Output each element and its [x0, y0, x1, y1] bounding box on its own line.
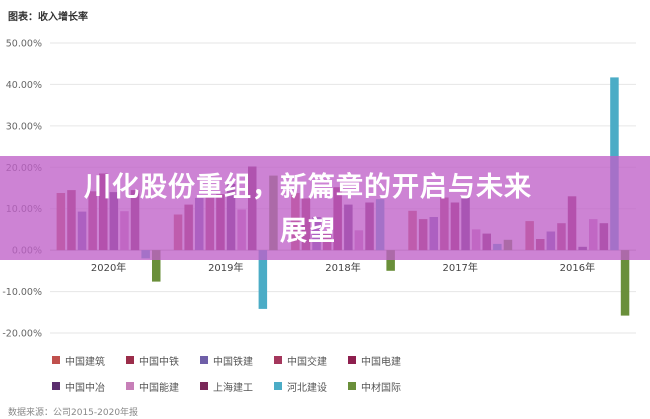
legend-item: 中国交建 [274, 352, 348, 368]
banner-title: 川化股份重组，新篇章的开启与未来 展望 [28, 166, 588, 254]
x-category-label: 2019年 [208, 261, 243, 274]
legend-item: 河北建设 [274, 378, 348, 394]
x-category-label: 2020年 [91, 261, 126, 274]
legend-item: 上海建工 [200, 378, 274, 394]
legend-swatch [348, 382, 356, 390]
legend-row: 中国中冶 中国能建 上海建工 河北建设 中材国际 [52, 378, 612, 394]
chart-legend: 中国建筑 中国中铁 中国铁建 中国交建 中国电建 中国中冶 中国能建 上海建工 河北建设 中材国… [52, 352, 612, 404]
legend-swatch [274, 382, 282, 390]
x-category-label: 2018年 [325, 261, 360, 274]
y-tick-label: 50.00% [6, 39, 42, 50]
legend-label: 中国电建 [361, 356, 401, 368]
legend-item: 中国建筑 [52, 352, 126, 368]
legend-swatch [52, 356, 60, 364]
legend-swatch [52, 382, 60, 390]
chart-source: 数据来源：公司2015-2020年报 [8, 408, 139, 418]
legend-label: 中国铁建 [213, 356, 253, 368]
legend-item: 中国中冶 [52, 378, 126, 394]
y-tick-label: -10.00% [2, 287, 42, 298]
legend-item: 中国中铁 [126, 352, 200, 368]
legend-swatch [126, 382, 134, 390]
legend-swatch [348, 356, 356, 364]
x-category-label: 2017年 [442, 261, 477, 274]
legend-swatch [200, 356, 208, 364]
legend-item: 中国铁建 [200, 352, 274, 368]
legend-swatch [200, 382, 208, 390]
legend-label: 上海建工 [213, 382, 253, 394]
y-tick-label: 30.00% [6, 121, 42, 132]
legend-label: 中国中铁 [139, 356, 179, 368]
banner-title-line-1: 川化股份重组，新篇章的开启与未来 [84, 172, 532, 203]
chart-title: 图表：收入增长率 [8, 12, 88, 23]
legend-label: 河北建设 [287, 382, 327, 394]
legend-swatch [126, 356, 134, 364]
legend-row: 中国建筑 中国中铁 中国铁建 中国交建 中国电建 [52, 352, 612, 368]
legend-label: 中国中冶 [65, 382, 105, 394]
legend-item: 中材国际 [348, 378, 422, 394]
legend-label: 中国交建 [287, 356, 327, 368]
legend-item: 中国能建 [126, 378, 200, 394]
y-tick-label: -20.00% [2, 329, 42, 340]
legend-swatch [274, 356, 282, 364]
legend-item: 中国电建 [348, 352, 422, 368]
legend-label: 中国建筑 [65, 356, 105, 368]
y-tick-label: 40.00% [6, 80, 42, 91]
legend-label: 中材国际 [361, 382, 401, 394]
legend-label: 中国能建 [139, 382, 179, 394]
x-category-label: 2016年 [560, 261, 595, 274]
banner-title-line-2: 展望 [280, 216, 336, 247]
